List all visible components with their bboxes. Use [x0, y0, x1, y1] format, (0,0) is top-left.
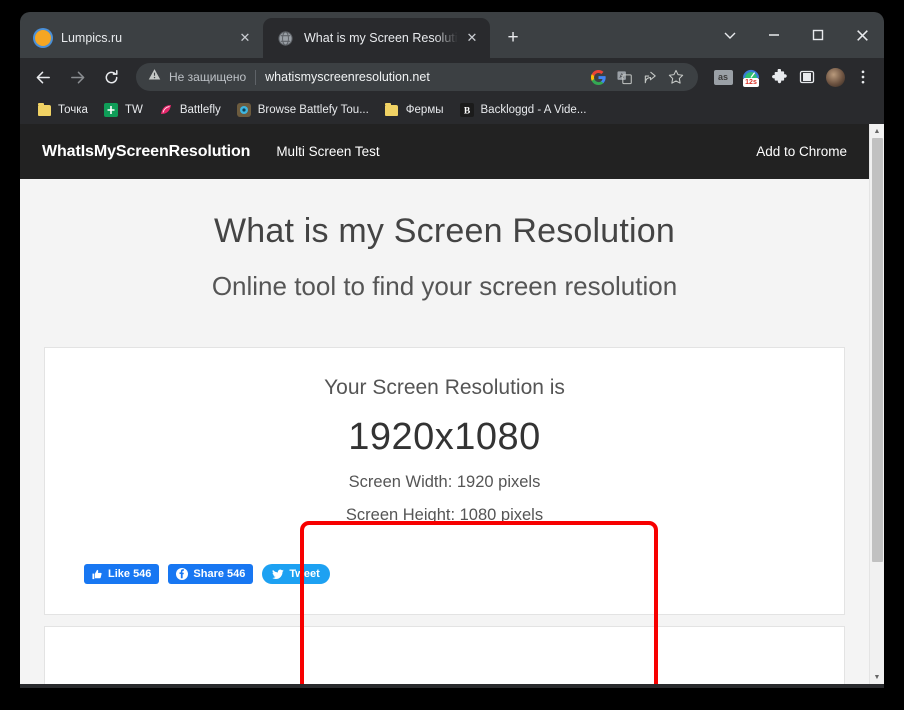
bookmark-label: TW — [124, 104, 143, 116]
bookmarks-bar: Точка TW Battlefly Browse Battlefy Tou..… — [20, 96, 884, 124]
back-icon[interactable] — [28, 62, 58, 92]
page-scrollbar[interactable]: ▲ ▼ — [869, 124, 884, 684]
bookmark-backloggd[interactable]: B Backloggd - A Vide... — [453, 99, 593, 121]
bookmark-label: Backloggd - A Vide... — [480, 104, 587, 116]
result-card: Your Screen Resolution is 1920x1080 Scre… — [44, 347, 845, 615]
maximize-icon[interactable] — [796, 12, 840, 58]
twitter-bird-icon — [272, 569, 285, 579]
battlefy-icon — [236, 102, 252, 118]
facebook-like-label: Like 546 — [108, 568, 152, 580]
scroll-down-arrow-icon[interactable]: ▼ — [870, 670, 884, 684]
social-buttons: Like 546 Share 546 Tweet — [84, 564, 330, 584]
extensions-area: as 12s — [710, 64, 876, 90]
screen-height-text: Screen Height: 1080 pixels — [345, 506, 544, 524]
omnibox-actions: A — [586, 65, 688, 89]
screen-width-text: Screen Width: 1920 pixels — [348, 473, 541, 491]
add-to-chrome-link[interactable]: Add to Chrome — [756, 144, 847, 159]
page-viewport: WhatIsMyScreenResolution Multi Screen Te… — [20, 124, 884, 684]
bookmark-browse-battlefy[interactable]: Browse Battlefy Tou... — [230, 99, 375, 121]
battlefly-icon — [158, 102, 174, 118]
profile-avatar[interactable] — [822, 64, 848, 90]
thumbs-up-icon — [92, 569, 102, 579]
bookmark-battlefly[interactable]: Battlefly — [152, 99, 227, 121]
bookmark-fermy[interactable]: Фермы — [378, 99, 450, 121]
scroll-up-arrow-icon[interactable]: ▲ — [870, 124, 884, 138]
scrollbar-thumb[interactable] — [872, 138, 883, 562]
svg-text:B: B — [463, 107, 470, 117]
reload-icon[interactable] — [96, 62, 126, 92]
share-icon[interactable] — [638, 65, 662, 89]
page-subtitle: Online tool to find your screen resoluti… — [211, 271, 678, 301]
security-status-label: Не защищено — [169, 70, 247, 84]
sheets-icon — [103, 102, 119, 118]
bookmark-star-icon[interactable] — [664, 65, 688, 89]
side-panel-icon[interactable] — [794, 64, 820, 90]
secondary-card — [44, 626, 845, 684]
tab-title: What is my Screen Resolution: Fin — [304, 31, 458, 45]
facebook-share-label: Share 546 — [193, 568, 246, 580]
lumpics-favicon — [34, 30, 51, 47]
site-brand[interactable]: WhatIsMyScreenResolution — [42, 143, 250, 161]
browser-window: Lumpics.ru ✕ What is my Screen Resolutio… — [20, 12, 884, 688]
chrome-menu-icon[interactable] — [850, 64, 876, 90]
speedometer-badge: 12s — [743, 77, 759, 87]
facebook-share-button[interactable]: Share 546 — [168, 564, 254, 584]
url-text: whatismyscreenresolution.net — [265, 70, 430, 84]
extensions-puzzle-icon[interactable] — [766, 64, 792, 90]
page-content: What is my Screen Resolution Online tool… — [20, 179, 869, 684]
resolution-value: 1920x1080 — [348, 416, 541, 458]
site-navbar: WhatIsMyScreenResolution Multi Screen Te… — [20, 124, 869, 179]
folder-icon — [36, 102, 52, 118]
resolution-result: Your Screen Resolution is 1920x1080 Scre… — [45, 376, 844, 525]
facebook-like-button[interactable]: Like 546 — [84, 564, 160, 584]
bookmark-tw[interactable]: TW — [97, 99, 149, 121]
address-bar[interactable]: Не защищено whatismyscreenresolution.net… — [136, 63, 698, 91]
bookmark-label: Battlefly — [179, 104, 221, 116]
page-title: What is my Screen Resolution — [214, 212, 675, 250]
bookmark-tochka[interactable]: Точка — [30, 99, 94, 121]
not-secure-warning-icon[interactable] — [148, 68, 162, 86]
speedometer-extension-icon[interactable]: 12s — [738, 64, 764, 90]
tab-title: Lumpics.ru — [61, 31, 123, 45]
twitter-tweet-label: Tweet — [289, 568, 320, 580]
close-icon[interactable] — [840, 12, 884, 58]
twitter-tweet-button[interactable]: Tweet — [262, 564, 330, 584]
window-controls — [708, 12, 884, 58]
tab-close-icon[interactable]: ✕ — [235, 28, 255, 48]
backloggd-icon: B — [459, 102, 475, 118]
bookmark-label: Фермы — [405, 104, 444, 116]
translate-icon[interactable]: A — [612, 65, 636, 89]
forward-icon[interactable] — [62, 62, 92, 92]
bookmark-label: Browse Battlefy Tou... — [257, 104, 369, 116]
omnibox-divider — [255, 69, 257, 85]
tab-search-icon[interactable] — [708, 12, 752, 58]
nav-link-multi-screen-test[interactable]: Multi Screen Test — [276, 144, 379, 159]
svg-text:A: A — [619, 73, 624, 80]
bookmark-label: Точка — [58, 104, 88, 116]
tab-lumpics[interactable]: Lumpics.ru ✕ — [20, 18, 263, 58]
browser-toolbar: Не защищено whatismyscreenresolution.net… — [20, 58, 884, 96]
folder-icon — [384, 102, 400, 118]
facebook-icon — [176, 568, 189, 580]
tab-strip: Lumpics.ru ✕ What is my Screen Resolutio… — [20, 12, 884, 58]
tab-screen-resolution[interactable]: What is my Screen Resolution: Fin ✕ — [263, 18, 490, 58]
lastfm-extension-icon[interactable]: as — [710, 64, 736, 90]
lastfm-label: as — [713, 69, 733, 85]
tab-close-icon[interactable]: ✕ — [462, 28, 482, 48]
globe-icon — [277, 30, 294, 47]
minimize-icon[interactable] — [752, 12, 796, 58]
new-tab-button[interactable]: + — [498, 23, 528, 53]
resolution-label: Your Screen Resolution is — [324, 376, 565, 399]
google-icon[interactable] — [586, 65, 610, 89]
